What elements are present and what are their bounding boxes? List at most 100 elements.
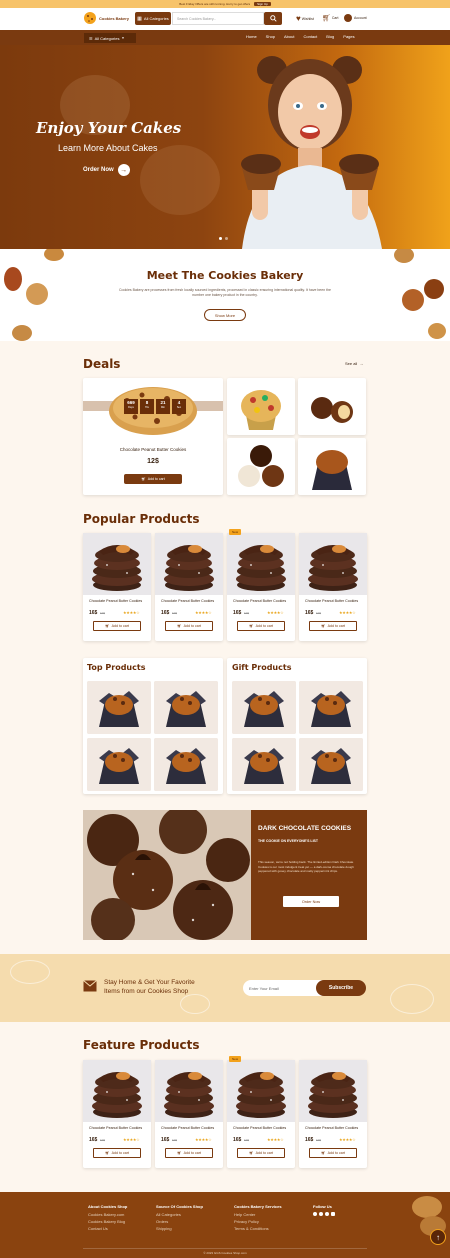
footer-link[interactable]: Cookies Bakery.com <box>88 1211 127 1218</box>
cart-link[interactable]: 🛒︎ Cart <box>322 14 339 22</box>
muffin-image <box>154 681 218 734</box>
product-name[interactable]: Chocolate Peanut Butter Cookies <box>161 1126 219 1131</box>
product-name[interactable]: Chocolate Peanut Butter Cookies <box>89 1126 147 1131</box>
deal-tile-chocolate-balls[interactable] <box>227 438 295 495</box>
gift-product-tile[interactable] <box>232 681 296 734</box>
chevron-down-icon: ▼ <box>121 36 125 40</box>
footer-col-about: About Cookies Shop Cookies Bakery.com Co… <box>88 1204 127 1232</box>
search-input[interactable]: Search Cookies Bakery... <box>172 12 264 25</box>
add-to-cart-button[interactable]: 🛒︎ Add to cart <box>237 1148 285 1158</box>
product-name[interactable]: Chocolate Peanut Butter Cookies <box>233 1126 291 1131</box>
product-image[interactable] <box>83 533 151 597</box>
deal-tile-truffles[interactable] <box>298 378 366 435</box>
deals-see-all-link[interactable]: See all → <box>345 361 363 366</box>
add-to-cart-button[interactable]: 🛒︎ Add to cart <box>309 621 357 631</box>
newsletter-section: Stay Home & Get Your Favorite Items from… <box>0 954 450 1022</box>
nav-pages[interactable]: Pages <box>343 34 354 39</box>
nav-shop[interactable]: Shop <box>266 34 275 39</box>
product-card[interactable]: Chocolate Peanut Butter Cookies 16$ 19$ ★★★… <box>83 1060 151 1168</box>
product-image[interactable] <box>299 1060 367 1124</box>
nav-about[interactable]: About <box>284 34 294 39</box>
gift-product-tile[interactable] <box>299 681 363 734</box>
footer-link[interactable]: Contact Us <box>88 1225 127 1232</box>
add-to-cart-button[interactable]: 🛒︎ Add to cart <box>165 621 213 631</box>
product-card[interactable]: Chocolate Peanut Butter Cookies 16$ 19$ ★★★… <box>155 1060 223 1168</box>
product-old-price: 19$ <box>244 611 250 615</box>
add-to-cart-button[interactable]: 🛒︎ Add to cart <box>93 1148 141 1158</box>
twitter-icon[interactable] <box>325 1212 329 1216</box>
nav-all-categories[interactable]: ☰ All Categories ▼ <box>84 33 136 43</box>
countdown-seconds: 4 Sec <box>172 399 186 414</box>
cart-icon: 🛒︎ <box>105 1151 110 1155</box>
deal-add-to-cart-button[interactable]: 🛒︎ Add to cart <box>124 474 182 484</box>
youtube-icon[interactable] <box>331 1212 335 1216</box>
nav-blog[interactable]: Blog <box>326 34 334 39</box>
product-name[interactable]: Chocolate Peanut Butter Cookies <box>161 599 219 604</box>
product-image[interactable] <box>83 1060 151 1124</box>
add-to-cart-button[interactable]: 🛒︎ Add to cart <box>93 621 141 631</box>
footer-link[interactable]: Cookies Bakery Blog <box>88 1218 127 1225</box>
nav-home[interactable]: Home <box>246 34 257 39</box>
product-image[interactable] <box>227 1060 295 1124</box>
back-to-top-button[interactable]: ↑ <box>430 1229 446 1245</box>
facebook-icon[interactable] <box>313 1212 317 1216</box>
product-card[interactable]: Chocolate Peanut Butter Cookies 16$ 19$ ★★★… <box>155 533 223 641</box>
cart-icon: 🛒︎ <box>322 15 331 22</box>
top-product-tile[interactable] <box>154 738 218 791</box>
product-image[interactable] <box>155 1060 223 1124</box>
add-to-cart-button[interactable]: 🛒︎ Add to cart <box>165 1148 213 1158</box>
about-show-more-button[interactable]: Show More <box>204 309 246 321</box>
footer-link[interactable]: Privacy Policy <box>234 1218 282 1225</box>
hero-slider-dots[interactable] <box>219 237 228 240</box>
countdown-hours: 8 Hrs <box>140 399 154 414</box>
product-card[interactable]: New Chocolate Peanut Butter Cookies 16$ 19$… <box>227 1056 295 1168</box>
footer-link[interactable]: Help Center <box>234 1211 282 1218</box>
footer-link[interactable]: All Categories <box>156 1211 203 1218</box>
nav-links: Home Shop About Contact Blog Pages <box>246 34 355 39</box>
categories-button[interactable]: ▦ All Categories <box>135 12 171 25</box>
promo-order-button[interactable]: Order Now <box>283 896 339 907</box>
add-to-cart-button[interactable]: 🛒︎ Add to cart <box>309 1148 357 1158</box>
deal-main-card[interactable]: 669 Days 8 Hrs 21 Min 4 Sec Chocolate Peanut… <box>83 378 223 495</box>
slider-dot-active[interactable] <box>219 237 222 240</box>
product-name[interactable]: Chocolate Peanut Butter Cookies <box>89 599 147 604</box>
newsletter-email-input[interactable]: Enter Your Email <box>243 980 323 996</box>
product-name[interactable]: Chocolate Peanut Butter Cookies <box>305 599 363 604</box>
top-product-tile[interactable] <box>154 681 218 734</box>
newsletter-subscribe-button[interactable]: Subscribe <box>316 980 366 996</box>
wishlist-link[interactable]: ♥ Wishlist <box>296 14 314 23</box>
rating-stars-icon: ★★★★☆ <box>123 610 140 615</box>
product-name[interactable]: Chocolate Peanut Butter Cookies <box>305 1126 363 1131</box>
account-link[interactable]: Account <box>344 14 367 22</box>
product-image[interactable] <box>155 533 223 597</box>
product-card[interactable]: Chocolate Peanut Butter Cookies 16$ 19$ ★★★… <box>299 1060 367 1168</box>
about-show-more-label: Show More <box>214 312 236 318</box>
cart-label: Cart <box>331 16 339 20</box>
hero-order-button[interactable]: Order Now → <box>83 164 130 176</box>
footer-link[interactable]: Shipping <box>156 1225 203 1232</box>
product-image[interactable] <box>227 533 295 597</box>
gift-product-tile[interactable] <box>232 738 296 791</box>
gift-product-tile[interactable] <box>299 738 363 791</box>
instagram-icon[interactable] <box>319 1212 323 1216</box>
top-product-tile[interactable] <box>87 738 151 791</box>
logo[interactable]: Cookies Bakery <box>83 11 129 25</box>
slider-dot[interactable] <box>225 237 228 240</box>
footer-link[interactable]: Terms & Conditions <box>234 1225 282 1232</box>
deal-tile-muffin-dark[interactable] <box>298 438 366 495</box>
deal-tile-muffin[interactable] <box>227 378 295 435</box>
search-button[interactable] <box>264 12 282 25</box>
footer-link[interactable]: Orders <box>156 1218 203 1225</box>
chocolate-balls-image <box>238 445 284 487</box>
top-product-tile[interactable] <box>87 681 151 734</box>
product-card[interactable]: Chocolate Peanut Butter Cookies 16$ 19$ ★★★… <box>299 533 367 641</box>
product-image[interactable] <box>299 533 367 597</box>
add-to-cart-button[interactable]: 🛒︎ Add to cart <box>237 621 285 631</box>
signup-button[interactable]: Sign Up <box>254 2 271 6</box>
truffles-image <box>311 397 353 423</box>
product-card[interactable]: Chocolate Peanut Butter Cookies 16$ 19$ ★★★… <box>83 533 151 641</box>
nav-contact[interactable]: Contact <box>303 34 317 39</box>
announcement-text: Best Friday Offers are still running. Hu… <box>179 2 251 6</box>
product-name[interactable]: Chocolate Peanut Butter Cookies <box>233 599 291 604</box>
product-card[interactable]: New Chocolate Peanut Butter Cookies 16$ 19$… <box>227 529 295 641</box>
